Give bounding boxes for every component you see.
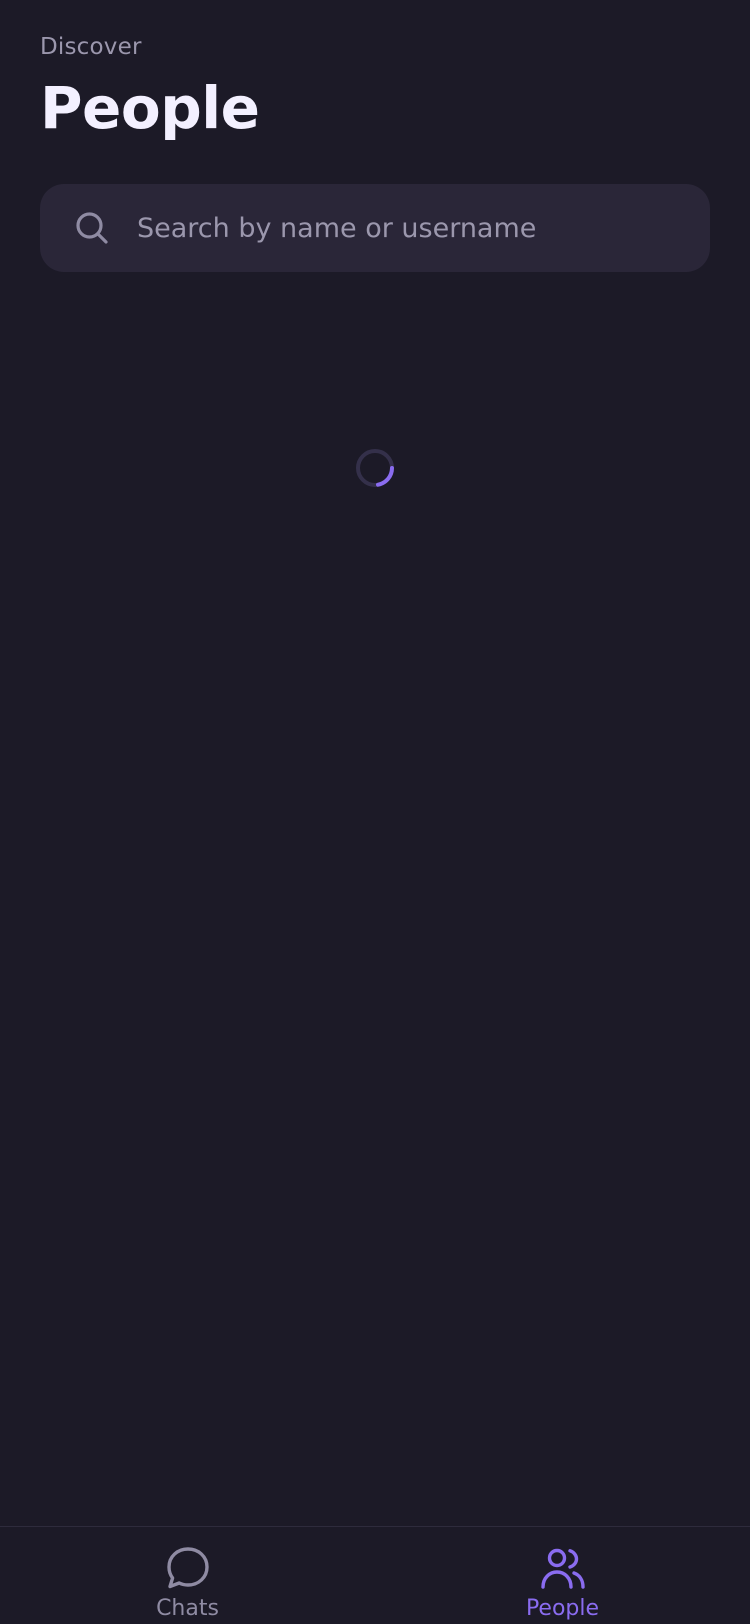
search-input[interactable] (137, 198, 710, 258)
bottom-tab-bar: Chats People (0, 1526, 750, 1624)
people-icon (540, 1545, 586, 1591)
loading-spinner (355, 448, 395, 488)
tab-chats[interactable]: Chats (0, 1527, 375, 1624)
tab-people-label: People (525, 1596, 600, 1621)
people-screen: Discover People Chats (0, 0, 750, 1624)
page-header: Discover People (40, 30, 710, 144)
tab-people[interactable]: People (375, 1527, 750, 1624)
page-eyebrow: Discover (40, 34, 142, 60)
chat-bubble-icon (165, 1545, 211, 1591)
page-title: People (40, 74, 260, 142)
search-bar[interactable] (40, 184, 710, 272)
search-icon (72, 208, 112, 248)
tab-chats-label: Chats (156, 1596, 219, 1621)
